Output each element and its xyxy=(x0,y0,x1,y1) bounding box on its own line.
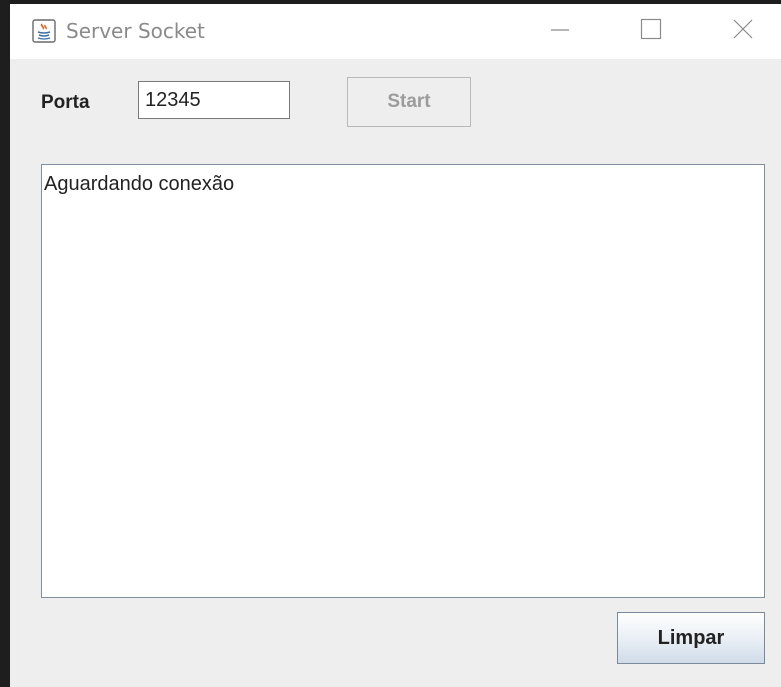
maximize-button[interactable] xyxy=(621,4,681,59)
log-text-area[interactable]: Aguardando conexão xyxy=(41,164,765,598)
window-title: Server Socket xyxy=(66,19,205,43)
title-bar[interactable]: Server Socket xyxy=(10,4,781,59)
minimize-icon xyxy=(550,19,570,44)
close-button[interactable] xyxy=(713,4,773,59)
port-label: Porta xyxy=(41,92,90,113)
start-button[interactable]: Start xyxy=(347,77,471,127)
screen-frame-left xyxy=(0,0,10,687)
close-icon xyxy=(732,18,754,45)
java-icon xyxy=(32,19,56,43)
port-input[interactable] xyxy=(138,81,290,119)
minimize-button[interactable] xyxy=(530,4,590,59)
server-socket-window: Server Socket Porta 12345 Start Aguardan… xyxy=(10,4,781,687)
clear-button[interactable]: Limpar xyxy=(617,612,765,664)
maximize-icon xyxy=(640,18,662,45)
